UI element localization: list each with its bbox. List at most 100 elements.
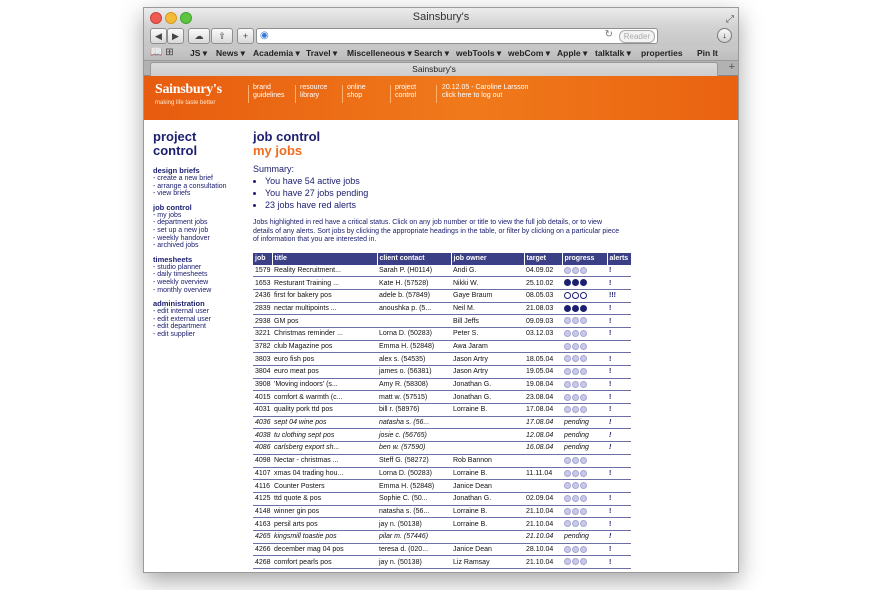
table-row[interactable]: 2436 first for bakery pos adele b. (57849)…: [253, 289, 631, 303]
job-title-cell[interactable]: xmas 04 trading hou...: [272, 467, 377, 481]
client-contact-cell[interactable]: Emma H. (52848): [377, 340, 451, 354]
client-contact-cell[interactable]: jay n. (50138): [377, 555, 451, 569]
job-title-cell[interactable]: winner gin pos: [272, 505, 377, 519]
client-contact-cell[interactable]: matt w. (57515): [377, 390, 451, 405]
table-row[interactable]: 1579 Reality Recruitment... Sarah P. (H011…: [253, 264, 631, 278]
bookmark-pin-it[interactable]: Pin It: [697, 46, 718, 60]
sidebar-link[interactable]: - monthly overview: [153, 287, 248, 295]
job-number-cell[interactable]: 4086: [253, 441, 272, 455]
client-contact-cell[interactable]: ben w. (57590): [377, 441, 451, 455]
sidebar-link[interactable]: - view briefs: [153, 190, 248, 198]
alert-cell[interactable]: !: [607, 505, 631, 519]
alert-cell[interactable]: !: [607, 530, 631, 544]
sidebar-link[interactable]: - studio planner: [153, 264, 248, 272]
sidebar-link[interactable]: - edit external user: [153, 316, 248, 324]
reload-icon[interactable]: ↻: [605, 29, 613, 40]
client-contact-cell[interactable]: josie c. (56765): [377, 428, 451, 443]
client-contact-cell[interactable]: Kate H. (57528): [377, 276, 451, 290]
alert-cell[interactable]: !: [607, 428, 631, 443]
bookmark-talktalk[interactable]: talktalk ▾: [595, 46, 631, 60]
job-number-cell[interactable]: 2839: [253, 302, 272, 316]
sidebar-link[interactable]: - daily timesheets: [153, 271, 248, 279]
client-contact-cell[interactable]: natasha s. (56...: [377, 416, 451, 430]
col-header-client-contact[interactable]: client contact: [377, 252, 452, 265]
alert-cell[interactable]: !: [607, 352, 631, 366]
bookmark-properties[interactable]: properties: [641, 46, 683, 60]
job-number-cell[interactable]: 3908: [253, 378, 272, 392]
job-owner-cell[interactable]: Lorraine B.: [451, 505, 524, 519]
table-row[interactable]: 4148 winner gin pos natasha s. (56... Lorra…: [253, 505, 631, 519]
job-number-cell[interactable]: 4163: [253, 517, 272, 531]
job-owner-cell[interactable]: Neil M.: [451, 302, 524, 316]
client-contact-cell[interactable]: jay n. (50138): [377, 517, 451, 531]
alert-cell[interactable]: !: [607, 555, 631, 569]
table-row[interactable]: 4265 kingsmill toastie pos pilar m. (57446…: [253, 530, 631, 544]
address-bar[interactable]: ◉ ↻ Reader: [256, 28, 658, 44]
client-contact-cell[interactable]: james o. (56381): [377, 365, 451, 379]
add-tab-icon[interactable]: +: [729, 61, 735, 73]
downloads-icon[interactable]: ↓: [717, 28, 732, 43]
table-row[interactable]: 4163 persil arts pos jay n. (50138) Lorrain…: [253, 517, 631, 531]
table-row[interactable]: 4036 sept 04 wine pos natasha s. (56... 17.…: [253, 416, 631, 430]
alert-cell[interactable]: !: [607, 365, 631, 379]
job-number-cell[interactable]: 4036: [253, 416, 272, 430]
bookmark-news[interactable]: News ▾: [216, 46, 245, 60]
alert-cell[interactable]: [607, 340, 631, 354]
job-number-cell[interactable]: 4031: [253, 403, 272, 417]
job-owner-cell[interactable]: [451, 441, 524, 455]
client-contact-cell[interactable]: Sarah P. (H0114): [377, 264, 451, 278]
col-header-progress[interactable]: progress: [562, 252, 608, 265]
job-title-cell[interactable]: Nectar - christmas ...: [272, 454, 377, 468]
job-title-cell[interactable]: tu clothing sept pos: [272, 428, 377, 443]
col-header-target[interactable]: target: [524, 252, 563, 265]
job-owner-cell[interactable]: Jason Artry: [451, 352, 524, 366]
sidebar-link[interactable]: - edit department: [153, 323, 248, 331]
job-title-cell[interactable]: sept 04 wine pos: [272, 416, 377, 430]
sidebar-link[interactable]: - weekly overview: [153, 279, 248, 287]
table-row[interactable]: 4031 quality pork ttd pos bill r. (58976) L…: [253, 403, 631, 417]
sidebar-link[interactable]: - edit supplier: [153, 331, 248, 339]
job-owner-cell[interactable]: Jonathan G.: [451, 492, 524, 506]
reader-button[interactable]: Reader: [618, 30, 655, 43]
active-tab[interactable]: Sainsbury's: [150, 62, 718, 76]
job-owner-cell[interactable]: [451, 530, 524, 544]
back-button[interactable]: ◀: [150, 28, 167, 44]
col-header-title[interactable]: title: [272, 252, 378, 265]
job-number-cell[interactable]: 4015: [253, 390, 272, 405]
table-row[interactable]: 3804 euro meat pos james o. (56381) Jason A…: [253, 365, 631, 379]
job-owner-cell[interactable]: Janice Dean: [451, 479, 524, 493]
job-title-cell[interactable]: ttd quote & pos: [272, 492, 377, 506]
nav-brand-guidelines[interactable]: brand guidelines: [253, 84, 301, 100]
job-owner-cell[interactable]: Janice Dean: [451, 543, 524, 557]
table-row[interactable]: 4107 xmas 04 trading hou... Lorna D. (5028…: [253, 467, 631, 481]
sidebar-link[interactable]: - my jobs: [153, 212, 248, 220]
client-contact-cell[interactable]: Lorna D. (50283): [377, 327, 451, 341]
job-title-cell[interactable]: club Magazine pos: [272, 340, 377, 354]
job-number-cell[interactable]: 4116: [253, 479, 272, 493]
alert-cell[interactable]: !: [607, 276, 631, 290]
job-number-cell[interactable]: 3782: [253, 340, 272, 354]
job-number-cell[interactable]: 4148: [253, 505, 272, 519]
share-button[interactable]: ⇪: [211, 28, 233, 44]
alert-cell[interactable]: !: [607, 390, 631, 405]
job-owner-cell[interactable]: [451, 416, 524, 430]
table-row[interactable]: 3908 'Moving indoors' (s... Amy R. (58308)…: [253, 378, 631, 392]
alert-cell[interactable]: !: [607, 403, 631, 417]
job-title-cell[interactable]: kingsmill toastie pos: [272, 530, 377, 544]
table-row[interactable]: 4125 ttd quote & pos Sophie C. (50... Jonat…: [253, 492, 631, 506]
job-title-cell[interactable]: 'Moving indoors' (s...: [272, 378, 377, 392]
job-owner-cell[interactable]: Lorraine B.: [451, 517, 524, 531]
job-owner-cell[interactable]: [451, 428, 524, 443]
job-number-cell[interactable]: 3221: [253, 327, 272, 341]
alert-cell[interactable]: !: [607, 416, 631, 430]
sidebar-link[interactable]: - edit internal user: [153, 308, 248, 316]
job-number-cell[interactable]: 1579: [253, 264, 272, 278]
alert-cell[interactable]: !: [607, 327, 631, 341]
job-owner-cell[interactable]: Andi G.: [451, 264, 524, 278]
table-row[interactable]: 3803 euro fish pos alex s. (54535) Jason Ar…: [253, 352, 631, 366]
job-title-cell[interactable]: Counter Posters: [272, 479, 377, 493]
table-row[interactable]: 4038 tu clothing sept pos josie c. (56765)…: [253, 428, 631, 443]
table-row[interactable]: 4116 Counter Posters Emma H. (52848) Janice…: [253, 479, 631, 493]
job-title-cell[interactable]: euro fish pos: [272, 352, 377, 366]
bookmark-webtools[interactable]: webTools ▾: [456, 46, 501, 60]
